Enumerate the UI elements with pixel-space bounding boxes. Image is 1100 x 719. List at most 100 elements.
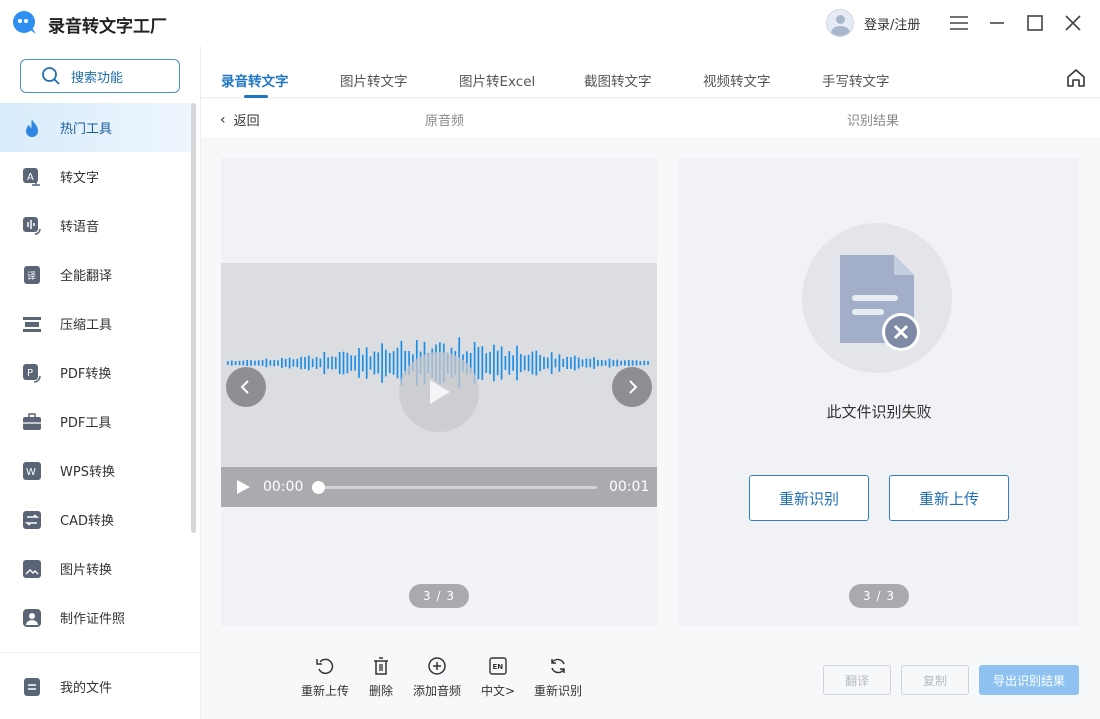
waveform-bar: [589, 358, 592, 368]
minimize-icon[interactable]: [985, 11, 1009, 35]
undo-icon: [315, 656, 335, 676]
sidebar-item-pdf-convert[interactable]: P PDF转换: [0, 348, 192, 397]
retry-recognize-button[interactable]: 重新识别: [749, 475, 869, 521]
waveform-bar: [627, 360, 630, 367]
waveform-bar: [311, 358, 314, 368]
waveform-bar: [377, 352, 380, 374]
sidebar-list: 热门工具 A 转文字 转语音 译 全能翻译 压缩工具 P PDF转换 PDF工具…: [0, 103, 192, 642]
waveform-bar: [369, 356, 372, 370]
sidebar-item-image-convert[interactable]: 图片转换: [0, 544, 192, 593]
prev-button[interactable]: [226, 367, 266, 407]
sidebar-item-label: CAD转换: [60, 514, 114, 529]
active-tab-indicator: [244, 95, 268, 98]
sidebar-item-my-files[interactable]: 我的文件: [0, 662, 192, 711]
current-time: 00:00: [263, 479, 304, 495]
sidebar-item-wps-convert[interactable]: W WPS转换: [0, 446, 192, 495]
waveform-bar: [381, 343, 383, 383]
tab-image-to-text[interactable]: 图片转文字: [340, 70, 408, 90]
sidebar-item-to-voice[interactable]: 转语音: [0, 201, 192, 250]
waveform-bar: [246, 360, 249, 366]
waveform-bar: [558, 354, 561, 372]
close-icon[interactable]: [1061, 11, 1085, 35]
app-title: 录音转文字工厂: [48, 17, 167, 37]
sidebar-item-translate[interactable]: 译 全能翻译: [0, 250, 192, 299]
waveform-bar: [365, 347, 368, 379]
svg-text:译: 译: [27, 271, 36, 282]
re-recognize-button[interactable]: 重新识别: [534, 656, 582, 699]
result-panel: 此文件识别失败 重新识别 重新上传 3 / 3: [679, 158, 1079, 626]
waveform-bar: [265, 358, 268, 368]
maximize-icon[interactable]: [1023, 11, 1047, 35]
waveform-bar: [550, 352, 553, 374]
language-button[interactable]: EN 中文>: [481, 656, 515, 699]
audio-panel: 00:00 00:01 3 / 3: [221, 158, 657, 626]
waveform-bar: [350, 355, 353, 371]
plus-circle-icon: [427, 656, 447, 676]
sidebar-item-label: PDF转换: [60, 367, 112, 382]
progress-knob[interactable]: [312, 481, 325, 494]
sidebar-scrollbar[interactable]: [191, 103, 196, 533]
add-audio-button[interactable]: 添加音频: [413, 656, 461, 699]
tab-video-to-text[interactable]: 视频转文字: [703, 70, 771, 90]
play-icon: [430, 380, 450, 404]
sidebar-item-id-photo[interactable]: 制作证件照: [0, 593, 192, 642]
home-icon[interactable]: [1065, 67, 1087, 89]
tab-handwriting-to-text[interactable]: 手写转文字: [822, 70, 890, 90]
next-button[interactable]: [612, 367, 652, 407]
reupload-button[interactable]: 重新上传: [889, 475, 1009, 521]
sidebar-item-compress[interactable]: 压缩工具: [0, 299, 192, 348]
waveform-bar: [535, 350, 538, 376]
tab-image-to-excel[interactable]: 图片转Excel: [459, 70, 535, 90]
sidebar-item-hot-tools[interactable]: 热门工具: [0, 103, 192, 152]
sidebar-item-label: 转语音: [60, 220, 100, 235]
waveform-bar: [489, 351, 491, 375]
menu-icon[interactable]: [947, 11, 971, 35]
export-result-button[interactable]: 导出识别结果: [979, 665, 1079, 695]
waveform-bar: [269, 360, 272, 366]
translate-button[interactable]: 翻译: [823, 665, 891, 695]
copy-button[interactable]: 复制: [901, 665, 969, 695]
avatar: [826, 9, 854, 37]
tab-bar: 录音转文字 图片转文字 图片转Excel 截图转文字 视频转文字 手写转文字: [201, 46, 1100, 98]
waveform-bar: [531, 351, 534, 375]
login-button[interactable]: 登录/注册: [826, 9, 920, 37]
main-area: 录音转文字 图片转文字 图片转Excel 截图转文字 视频转文字 手写转文字 ‹…: [200, 46, 1100, 719]
original-audio-label: 原音频: [425, 114, 465, 129]
search-input[interactable]: 搜索功能: [20, 59, 180, 93]
progress-slider[interactable]: [312, 481, 597, 494]
waveform-bar: [516, 345, 518, 381]
play-control-icon[interactable]: [235, 479, 251, 495]
waveform-bar: [281, 357, 283, 369]
sidebar-item-cad-convert[interactable]: CAD转换: [0, 495, 192, 544]
wps-icon: W: [22, 461, 42, 481]
waveform-bar: [354, 355, 356, 371]
reupload-tool-button[interactable]: 重新上传: [301, 656, 349, 699]
waveform-bar: [234, 361, 237, 365]
waveform-bar: [361, 354, 364, 372]
sidebar-item-to-text[interactable]: A 转文字: [0, 152, 192, 201]
waveform-bar: [585, 358, 588, 368]
waveform-bar: [242, 360, 245, 366]
voice-icon: [22, 216, 42, 236]
tab-audio-to-text[interactable]: 录音转文字: [221, 70, 289, 90]
sidebar-item-pdf-tools[interactable]: PDF工具: [0, 397, 192, 446]
back-button[interactable]: ‹ 返回: [220, 110, 260, 130]
waveform-bar: [616, 359, 619, 367]
waveform-bar: [358, 348, 360, 378]
svg-text:P: P: [27, 368, 33, 379]
sidebar-item-label: 全能翻译: [60, 269, 113, 284]
play-overlay-button[interactable]: [399, 352, 479, 432]
result-pager: 3 / 3: [849, 584, 909, 608]
waveform-bar: [608, 358, 611, 368]
tool-label: 删除: [369, 684, 394, 698]
waveform-bar: [288, 357, 291, 369]
waveform-bar: [261, 360, 264, 366]
tab-screenshot-to-text[interactable]: 截图转文字: [584, 70, 652, 90]
waveform-bar: [635, 360, 638, 366]
delete-button[interactable]: 删除: [369, 656, 393, 699]
chevron-left-icon: [240, 380, 249, 394]
sidebar-item-label: 我的文件: [60, 681, 113, 696]
player-controls: 00:00 00:01: [221, 467, 657, 507]
result-label: 识别结果: [847, 114, 900, 129]
language-en-icon: EN: [488, 656, 508, 676]
